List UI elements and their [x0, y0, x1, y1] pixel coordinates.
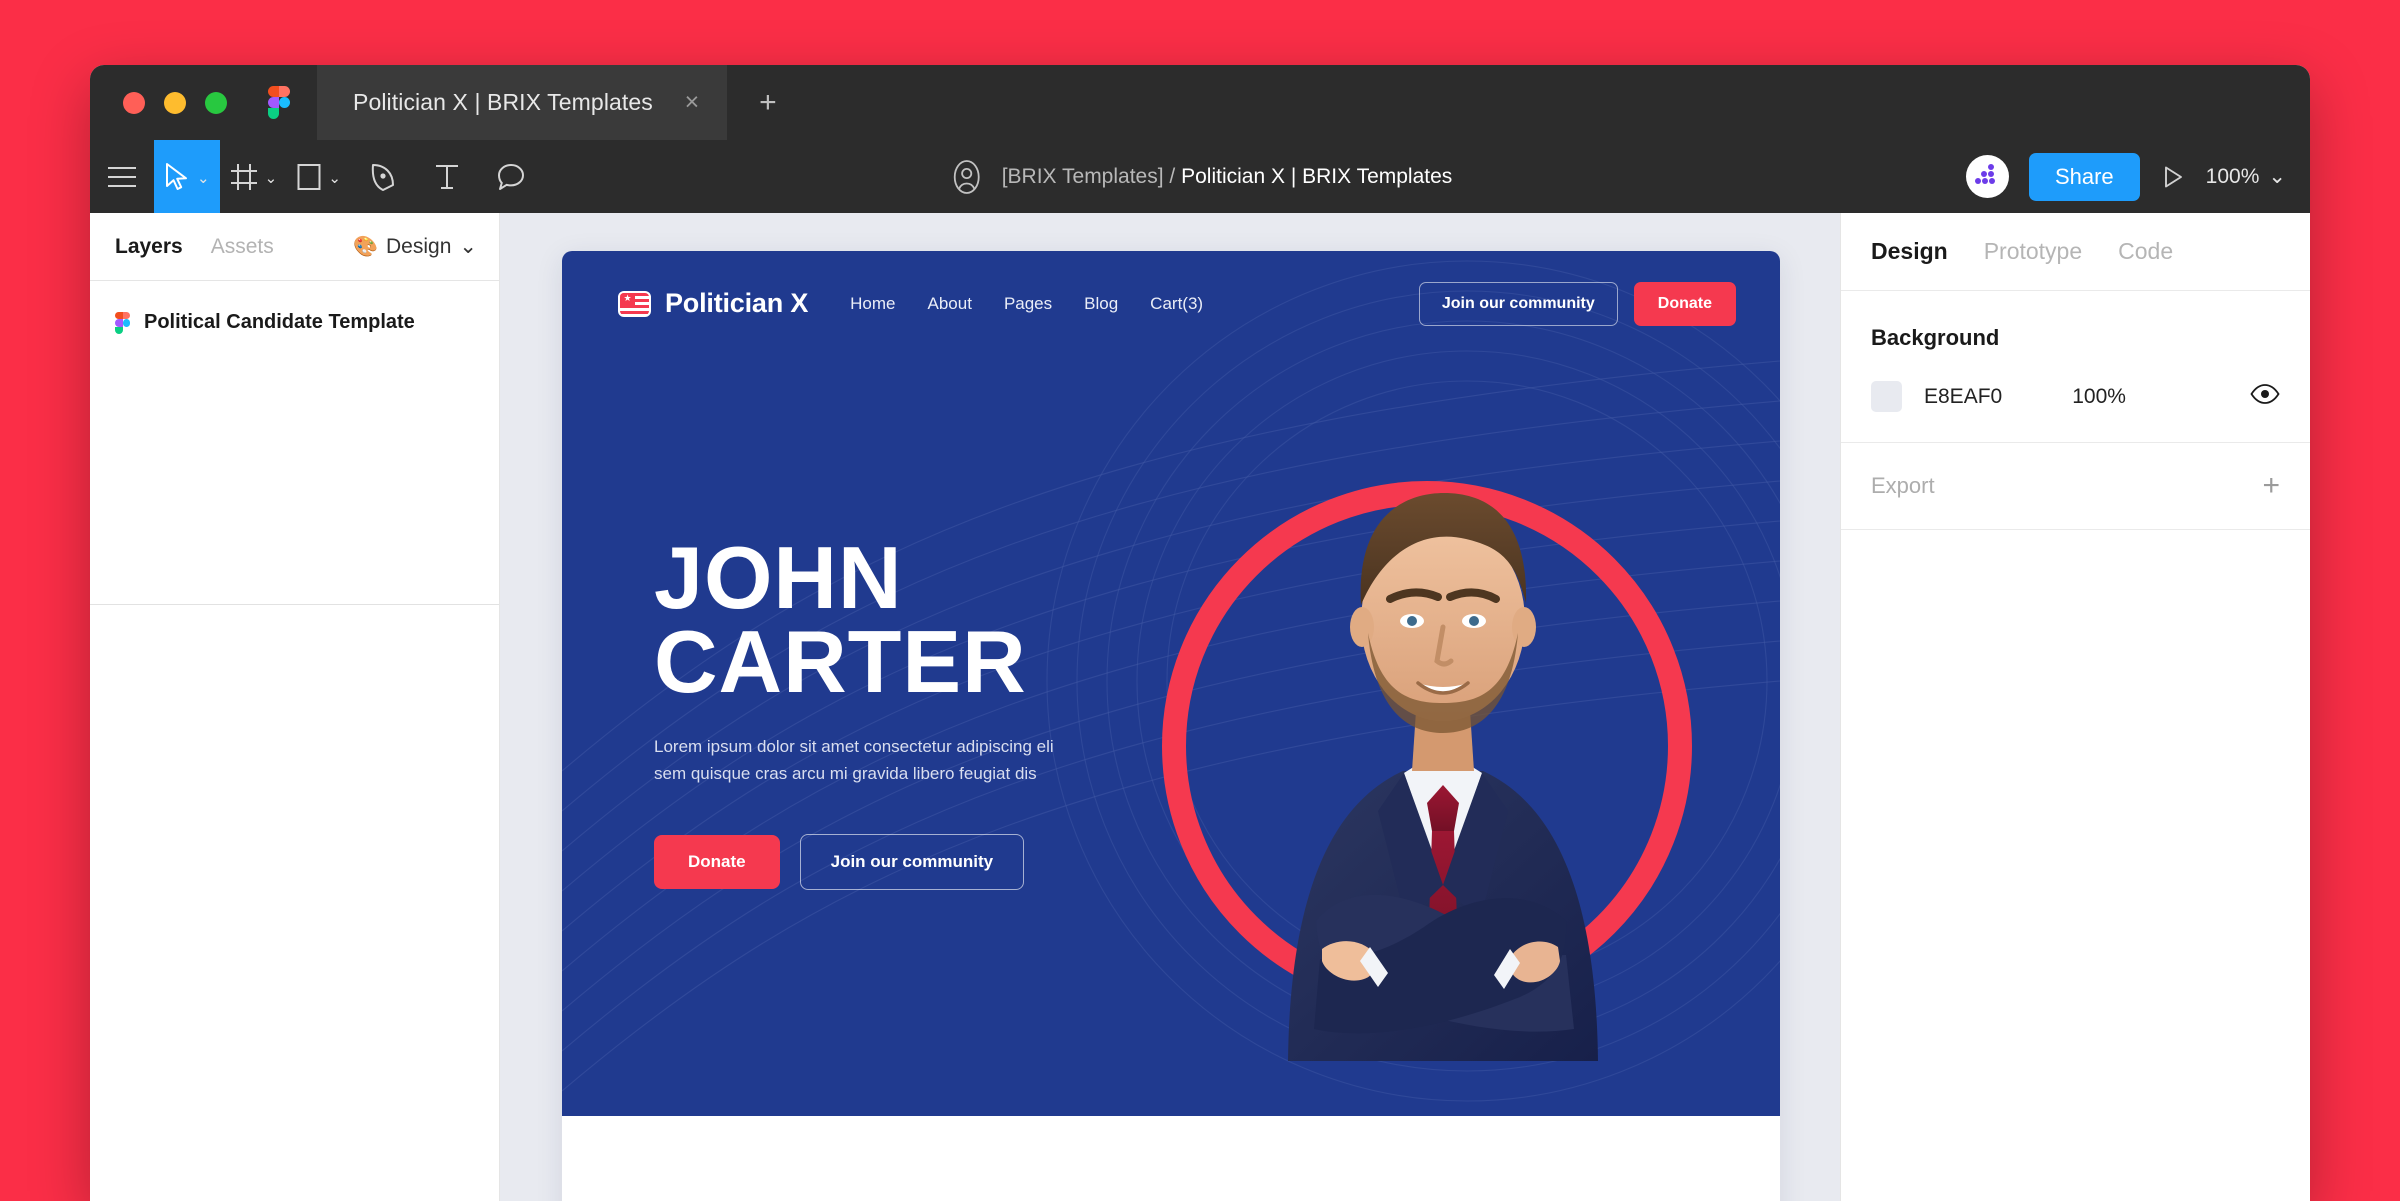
close-icon[interactable]: × [679, 90, 705, 116]
window-traffic-lights [90, 91, 227, 114]
maximize-window-button[interactable] [205, 91, 227, 114]
breadcrumb[interactable]: [BRIX Templates] / Politician X | BRIX T… [1002, 165, 1453, 189]
background-hex-value[interactable]: E8EAF0 [1924, 385, 2002, 409]
background-fill-row: E8EAF0 100% [1871, 381, 2280, 412]
tab-assets[interactable]: Assets [211, 235, 274, 259]
right-panel-tabs: Design Prototype Code [1841, 213, 2310, 291]
file-breadcrumb-area: [BRIX Templates] / Politician X | BRIX T… [948, 140, 1453, 213]
hero-copy: JOHN CARTER Lorem ipsum dolor sit amet c… [654, 534, 1174, 890]
hero-cta-group: Donate Join our community [654, 833, 1174, 890]
hero-subtitle: Lorem ipsum dolor sit amet consectetur a… [654, 737, 1054, 784]
file-tab[interactable]: Politician X | BRIX Templates × [317, 65, 727, 140]
eye-icon[interactable] [2250, 384, 2280, 409]
play-triangle-icon[interactable] [2160, 164, 2186, 190]
chevron-down-icon[interactable]: ⌄ [197, 171, 210, 186]
breadcrumb-team[interactable]: [BRIX Templates] [1002, 165, 1164, 188]
toolbar-right-actions: Share 100% ⌄ [1965, 140, 2286, 213]
shape-tool[interactable]: ⌄ [287, 140, 351, 213]
browser-tab-bar: Politician X | BRIX Templates × + [90, 65, 2310, 140]
figma-component-icon [115, 311, 130, 334]
design-frame[interactable]: ★ Politician X Home About Pages Blog Car… [562, 251, 1780, 1201]
tab-layers[interactable]: Layers [115, 235, 183, 259]
background-section: Background E8EAF0 100% [1841, 291, 2310, 443]
website-menu: Home About Pages Blog Cart(3) [850, 294, 1203, 314]
frame-next-section [562, 1116, 1780, 1201]
avatar[interactable] [1965, 155, 2009, 198]
divider [90, 604, 499, 605]
zoom-level-control[interactable]: 100% ⌄ [2206, 164, 2286, 189]
design-switcher[interactable]: 🎨 Design ⌄ [353, 234, 477, 259]
chevron-down-icon[interactable]: ⌄ [2268, 164, 2286, 189]
website-navbar: ★ Politician X Home About Pages Blog Car… [562, 251, 1780, 356]
left-panel: Layers Assets 🎨 Design ⌄ Political Candi… [90, 213, 500, 1201]
text-tool[interactable] [415, 140, 479, 213]
nav-donate-button[interactable]: Donate [1633, 281, 1736, 326]
share-button[interactable]: Share [2028, 152, 2140, 201]
brand-name: Politician X [665, 288, 809, 318]
tab-prototype[interactable]: Prototype [1984, 238, 2082, 265]
pen-tool[interactable] [351, 140, 415, 213]
candidate-portrait [1228, 361, 1658, 1061]
add-icon[interactable]: + [2262, 471, 2280, 501]
chevron-down-icon[interactable]: ⌄ [265, 171, 278, 186]
layer-item-label: Political Candidate Template [144, 311, 415, 333]
tab-design[interactable]: Design [1871, 238, 1948, 265]
hamburger-menu-icon[interactable] [90, 140, 154, 213]
export-section: Export + [1841, 443, 2310, 530]
website-brand[interactable]: ★ Politician X [618, 288, 808, 319]
hero-title-line2: CARTER [654, 611, 1027, 711]
hero-title: JOHN CARTER [654, 534, 1174, 711]
right-panel: Design Prototype Code Background E8EAF0 … [1840, 213, 2310, 1201]
hero-join-community-button[interactable]: Join our community [799, 833, 1025, 890]
figma-logo-icon [268, 86, 290, 119]
file-tab-title: Politician X | BRIX Templates [353, 89, 653, 115]
palette-icon: 🎨 [353, 236, 379, 258]
chevron-down-icon[interactable]: ⌄ [328, 171, 341, 186]
nav-item-pages[interactable]: Pages [1004, 294, 1052, 314]
nav-item-home[interactable]: Home [850, 294, 895, 314]
zoom-level-value: 100% [2205, 164, 2260, 188]
left-panel-tabs: Layers Assets 🎨 Design ⌄ [90, 213, 499, 281]
move-tool[interactable]: ⌄ [154, 140, 220, 213]
nav-item-cart[interactable]: Cart(3) [1150, 294, 1203, 314]
comment-tool[interactable] [479, 140, 543, 213]
export-section-title: Export [1871, 473, 1935, 498]
breadcrumb-separator: / [1169, 164, 1176, 188]
background-section-title: Background [1871, 325, 2000, 350]
figma-app-window: Politician X | BRIX Templates × + ⌄ ⌄ ⌄ … [90, 65, 2310, 1201]
frame-tool[interactable]: ⌄ [220, 140, 288, 213]
minimize-window-button[interactable] [164, 91, 186, 114]
layer-item-political-candidate-template[interactable]: Political Candidate Template [90, 301, 499, 344]
hero-donate-button[interactable]: Donate [654, 834, 780, 889]
design-switcher-label: Design [386, 234, 452, 258]
website-nav-actions: Join our community Donate [1418, 281, 1736, 326]
us-flag-icon: ★ [618, 290, 651, 317]
website-hero-section: ★ Politician X Home About Pages Blog Car… [562, 251, 1780, 1116]
close-window-button[interactable] [123, 91, 145, 114]
workspace: Layers Assets 🎨 Design ⌄ Political Candi… [90, 213, 2310, 1201]
figma-toolbar: ⌄ ⌄ ⌄ [BRIX Templates] / Politician X | … [90, 140, 2310, 213]
nav-join-community-button[interactable]: Join our community [1418, 281, 1618, 326]
collaborator-dots-icon [1974, 164, 2000, 189]
breadcrumb-file[interactable]: Politician X | BRIX Templates [1181, 165, 1452, 188]
hero-figure [1140, 361, 1740, 1061]
nav-item-about[interactable]: About [928, 294, 972, 314]
tab-code[interactable]: Code [2118, 238, 2173, 265]
user-avatar-icon [953, 159, 980, 194]
design-canvas[interactable]: ★ Politician X Home About Pages Blog Car… [500, 213, 1840, 1201]
new-tab-plus-icon[interactable]: + [751, 86, 785, 120]
color-swatch[interactable] [1871, 381, 1902, 412]
layer-list: Political Candidate Template [90, 281, 499, 344]
background-opacity-value[interactable]: 100% [2072, 385, 2126, 409]
chevron-down-icon[interactable]: ⌄ [459, 234, 477, 259]
nav-item-blog[interactable]: Blog [1084, 294, 1118, 314]
